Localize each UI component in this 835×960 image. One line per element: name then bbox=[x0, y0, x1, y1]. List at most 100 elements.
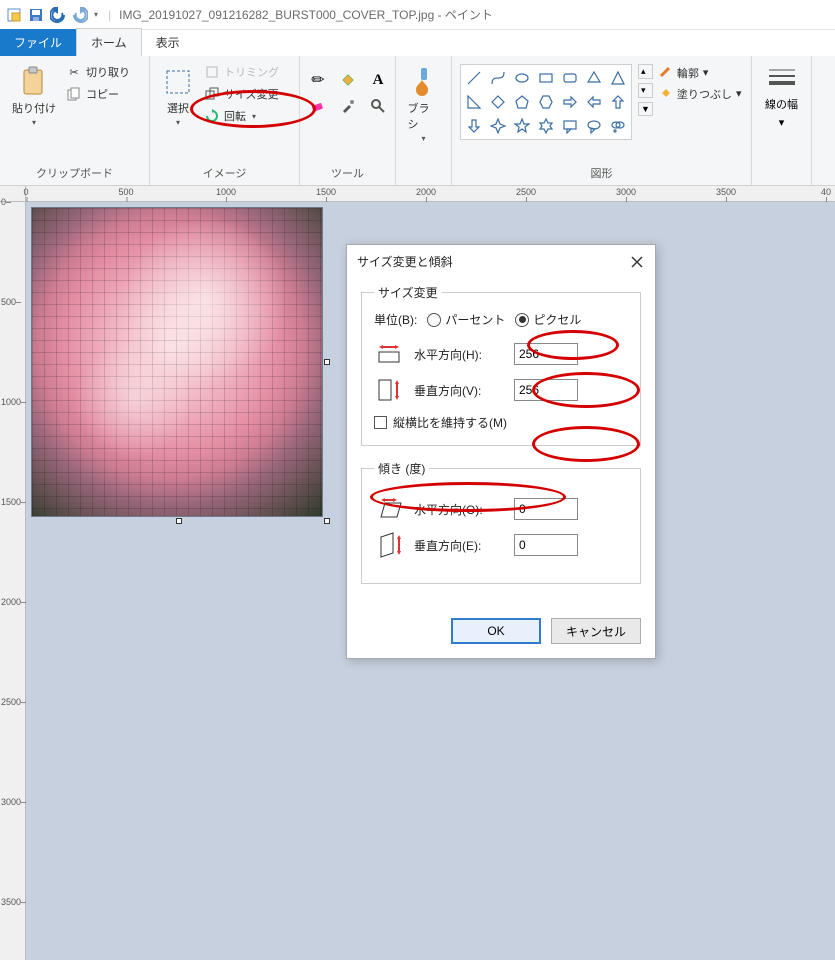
shape-polygon[interactable] bbox=[583, 67, 605, 89]
close-icon bbox=[631, 256, 643, 268]
qa-customize-dropdown[interactable]: ▾ bbox=[94, 10, 98, 19]
resize-fieldset: サイズ変更 単位(B): パーセント ピクセル 水平方向(H): 垂直方向(V)… bbox=[361, 284, 641, 446]
work-area: 050010001500200025003000350040 050010001… bbox=[0, 186, 835, 960]
canvas-image[interactable] bbox=[32, 208, 322, 516]
window-title: IMG_20191027_091216282_BURST000_COVER_TO… bbox=[119, 6, 493, 23]
shape-pentagon[interactable] bbox=[511, 91, 533, 113]
tab-view[interactable]: 表示 bbox=[142, 29, 194, 56]
shapes-expand[interactable]: ▼ bbox=[638, 102, 653, 116]
skew-v-label: 垂直方向(E): bbox=[414, 537, 504, 554]
group-linewidth: 線の幅 ▾ bbox=[752, 56, 812, 185]
shape-arrow-u[interactable] bbox=[607, 91, 629, 113]
shape-triangle[interactable] bbox=[607, 67, 629, 89]
brush-button[interactable]: ブラシ ▾ bbox=[404, 64, 444, 145]
pencil-tool[interactable]: ✏ bbox=[308, 70, 328, 90]
horiz-input[interactable] bbox=[514, 343, 578, 365]
skew-h-input[interactable] bbox=[514, 498, 578, 520]
shape-star4[interactable] bbox=[487, 115, 509, 137]
resize-horiz-icon bbox=[374, 342, 404, 366]
picker-tool[interactable] bbox=[338, 96, 358, 116]
app-icon bbox=[6, 7, 22, 23]
resize-skew-dialog: サイズ変更と傾斜 サイズ変更 単位(B): パーセント ピクセル 水平方向(H)… bbox=[346, 244, 656, 659]
ribbon: 貼り付け ▾ ✂切り取り コピー クリップボード 選択 ▾ トリミング サイズ変… bbox=[0, 56, 835, 186]
cancel-button[interactable]: キャンセル bbox=[551, 618, 641, 644]
skew-horiz-icon bbox=[374, 497, 404, 521]
shape-rect[interactable] bbox=[535, 67, 557, 89]
group-image: 選択 ▾ トリミング サイズ変更 回転▾ イメージ bbox=[150, 56, 300, 185]
resize-handle-e[interactable] bbox=[324, 359, 330, 365]
radio-pixel[interactable]: ピクセル bbox=[515, 311, 581, 328]
trim-button[interactable]: トリミング bbox=[204, 64, 279, 80]
shape-line[interactable] bbox=[463, 67, 485, 89]
text-tool[interactable]: A bbox=[368, 70, 388, 90]
rotate-button[interactable]: 回転▾ bbox=[204, 108, 279, 124]
shape-star6[interactable] bbox=[535, 115, 557, 137]
fill-tool[interactable] bbox=[338, 70, 358, 90]
linewidth-button[interactable]: 線の幅 ▾ bbox=[761, 64, 802, 129]
trim-icon bbox=[204, 64, 220, 80]
qa-undo-icon[interactable] bbox=[50, 7, 66, 23]
ruler-vertical: 0500100015002000250030003500 bbox=[0, 202, 26, 960]
grid-overlay bbox=[32, 208, 322, 516]
checkbox-icon bbox=[374, 416, 387, 429]
tab-home[interactable]: ホーム bbox=[76, 28, 142, 56]
copy-button[interactable]: コピー bbox=[66, 86, 130, 102]
shapes-scroll-down[interactable]: ▾ bbox=[638, 83, 653, 98]
qa-save-icon[interactable] bbox=[28, 7, 44, 23]
group-label-clipboard: クリップボード bbox=[8, 163, 141, 183]
group-label-image: イメージ bbox=[158, 163, 291, 183]
vert-input[interactable] bbox=[514, 379, 578, 401]
unit-label: 単位(B): bbox=[374, 311, 417, 328]
ribbon-tabs: ファイル ホーム 表示 bbox=[0, 30, 835, 56]
vert-label: 垂直方向(V): bbox=[414, 382, 504, 399]
shape-roundrect[interactable] bbox=[559, 67, 581, 89]
shape-arrow-r[interactable] bbox=[559, 91, 581, 113]
shape-arrow-l[interactable] bbox=[583, 91, 605, 113]
group-label-shapes: 図形 bbox=[460, 163, 743, 183]
shape-curve[interactable] bbox=[487, 67, 509, 89]
eraser-tool[interactable] bbox=[308, 96, 328, 116]
shapes-gallery[interactable] bbox=[460, 64, 632, 140]
brush-icon bbox=[408, 66, 440, 98]
resize-vert-icon bbox=[374, 376, 404, 404]
select-button[interactable]: 選択 ▾ bbox=[158, 64, 198, 129]
zoom-tool[interactable] bbox=[368, 96, 388, 116]
shape-rtriangle[interactable] bbox=[463, 91, 485, 113]
horiz-label: 水平方向(H): bbox=[414, 346, 504, 363]
clipboard-icon bbox=[18, 66, 50, 98]
dialog-title: サイズ変更と傾斜 bbox=[357, 253, 453, 270]
group-label-tools: ツール bbox=[308, 163, 387, 183]
rotate-icon bbox=[204, 108, 220, 124]
shape-callout-rect[interactable] bbox=[559, 115, 581, 137]
shape-callout-cloud[interactable] bbox=[607, 115, 629, 137]
scissors-icon: ✂ bbox=[66, 64, 82, 80]
cut-button[interactable]: ✂切り取り bbox=[66, 64, 130, 80]
shape-fill-button[interactable]: 塗りつぶし▾ bbox=[659, 85, 742, 102]
skew-v-input[interactable] bbox=[514, 534, 578, 556]
shape-outline-button[interactable]: 輪郭▾ bbox=[659, 64, 742, 81]
resize-button[interactable]: サイズ変更 bbox=[204, 86, 279, 102]
radio-percent[interactable]: パーセント bbox=[427, 311, 505, 328]
shape-hexagon[interactable] bbox=[535, 91, 557, 113]
resize-handle-s[interactable] bbox=[176, 518, 182, 524]
shape-callout-oval[interactable] bbox=[583, 115, 605, 137]
fill-icon bbox=[659, 85, 673, 102]
paste-button[interactable]: 貼り付け ▾ bbox=[8, 64, 60, 129]
qa-redo-icon[interactable] bbox=[72, 7, 88, 23]
shape-diamond[interactable] bbox=[487, 91, 509, 113]
resize-handle-se[interactable] bbox=[324, 518, 330, 524]
shapes-scroll-up[interactable]: ▴ bbox=[638, 64, 653, 79]
shape-star5[interactable] bbox=[511, 115, 533, 137]
skew-legend: 傾き (度) bbox=[374, 460, 429, 477]
keep-aspect-checkbox[interactable]: 縦横比を維持する(M) bbox=[374, 414, 628, 431]
copy-icon bbox=[66, 86, 82, 102]
group-tools: ✏ A ツール bbox=[300, 56, 396, 185]
dialog-close-button[interactable] bbox=[629, 254, 645, 270]
select-icon bbox=[162, 66, 194, 98]
shape-arrow-d[interactable] bbox=[463, 115, 485, 137]
tab-file[interactable]: ファイル bbox=[0, 29, 76, 56]
group-shapes: ▴ ▾ ▼ 輪郭▾ 塗りつぶし▾ 図形 bbox=[452, 56, 752, 185]
shape-oval[interactable] bbox=[511, 67, 533, 89]
ruler-horizontal: 050010001500200025003000350040 bbox=[26, 186, 835, 202]
ok-button[interactable]: OK bbox=[451, 618, 541, 644]
